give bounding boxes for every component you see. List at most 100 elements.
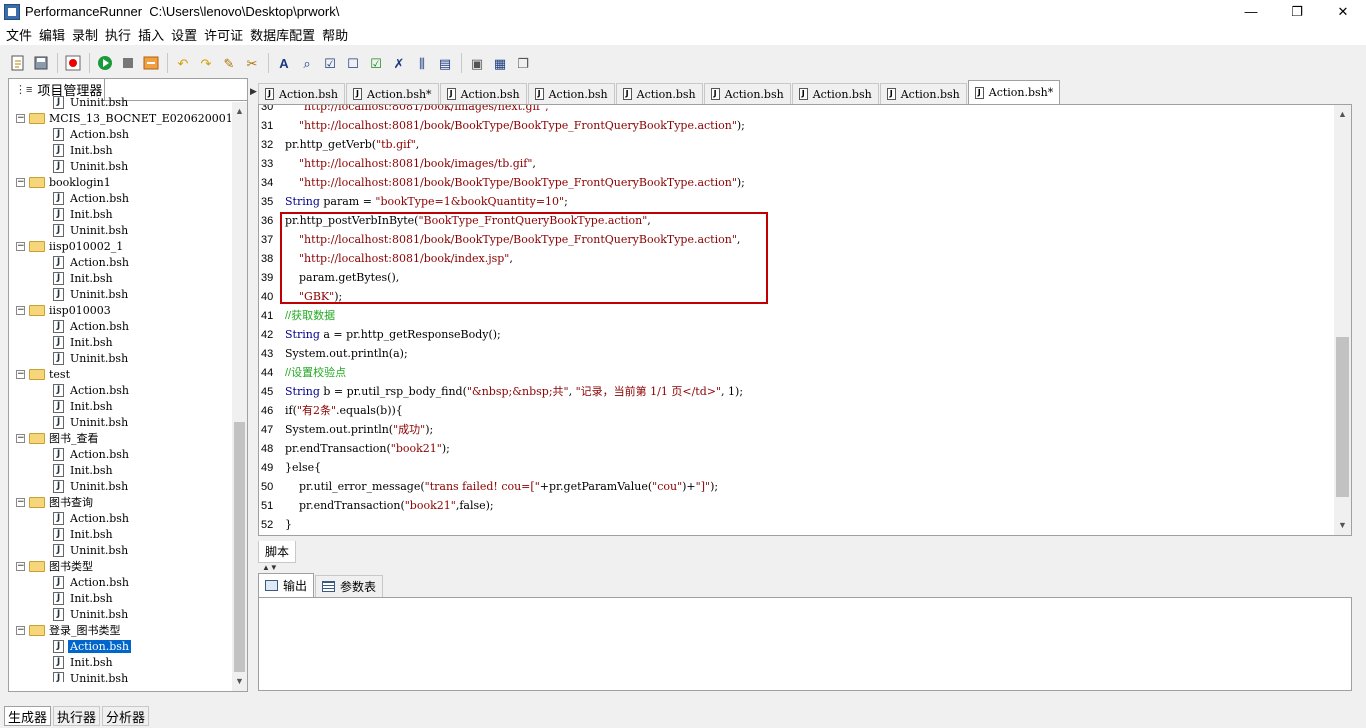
tree-folder[interactable]: − test [11,366,231,382]
tree-file[interactable]: J Action.bsh [11,638,231,654]
tree-file[interactable]: J Init.bsh [11,334,231,350]
redo-icon[interactable]: ↷ [196,53,216,73]
menu-db-config[interactable]: 数据库配置 [248,25,320,44]
collapse-icon[interactable]: − [16,305,25,315]
close-button[interactable]: ✕ [1320,0,1366,23]
tree-folder[interactable]: − 图书查询 [11,494,231,510]
menu-file[interactable]: 文件 [4,25,37,44]
menu-license[interactable]: 许可证 [202,25,248,44]
tree-file[interactable]: J Uninit.bsh [11,414,231,430]
collapse-icon[interactable]: − [16,625,25,635]
menu-help[interactable]: 帮助 [320,25,353,44]
editor-tab[interactable]: J Action.bsh [615,83,703,104]
collapse-icon[interactable]: − [16,177,25,187]
editor-tab[interactable]: J Action.bsh [703,83,791,104]
save-icon[interactable] [31,53,51,73]
tree-file[interactable]: J Uninit.bsh [11,542,231,558]
editor-tab[interactable]: J Action.bsh [879,83,967,104]
record-icon[interactable] [63,53,83,73]
editor-tab[interactable]: J Action.bsh [791,83,879,104]
find-icon[interactable]: ⌕ [297,53,317,73]
menu-insert[interactable]: 插入 [136,25,169,44]
comment-icon[interactable]: ▤ [435,53,455,73]
editor-tab[interactable]: J Action.bsh [258,83,346,104]
stop-icon[interactable] [118,53,138,73]
tree-file[interactable]: J Action.bsh [11,382,231,398]
tree-scrollbar[interactable]: ▲ ▼ [232,102,247,691]
tree-file[interactable]: J Uninit.bsh [11,286,231,302]
menu-run[interactable]: 执行 [103,25,136,44]
tree-file[interactable]: J Uninit.bsh [11,350,231,366]
tree-file[interactable]: J Init.bsh [11,142,231,158]
menu-record[interactable]: 录制 [70,25,103,44]
tree-folder[interactable]: − MCIS_13_BOCNET_E020620001 [11,110,231,126]
build-icon[interactable]: ✎ [219,53,239,73]
minimize-button[interactable]: — [1228,0,1274,23]
checked-icon[interactable]: ☑ [366,53,386,73]
editor-tab[interactable]: J Action.bsh* [346,83,439,104]
checkbox-icon[interactable]: ☐ [343,53,363,73]
editor-tab[interactable]: J Action.bsh [527,83,615,104]
tree-file[interactable]: J Uninit.bsh [11,670,231,682]
parameter-icon[interactable]: ✗ [389,53,409,73]
editor-scrollbar[interactable]: ▲ ▼ [1334,105,1351,535]
tab-analyzer[interactable]: 分析器 [102,706,150,726]
tree-file[interactable]: J Action.bsh [11,574,231,590]
collapse-icon[interactable]: − [16,433,25,443]
tree-scroll-thumb[interactable] [234,422,245,672]
tab-generator[interactable]: 生成器 [4,706,52,726]
rename-icon[interactable]: A [274,53,294,73]
collapse-icon[interactable]: − [16,113,25,123]
tree-file[interactable]: J Uninit.bsh [11,94,231,110]
collapse-icon[interactable]: − [16,561,25,571]
scroll-up-icon[interactable]: ▲ [1335,107,1350,122]
tree-file[interactable]: J Action.bsh [11,446,231,462]
tree-file[interactable]: J Action.bsh [11,254,231,270]
output-panel[interactable] [258,597,1352,691]
collapse-icon[interactable]: − [16,369,25,379]
split-icon[interactable]: ⫼ [412,53,432,73]
menu-settings[interactable]: 设置 [169,25,202,44]
run-icon[interactable] [95,53,115,73]
copy-icon[interactable]: ❐ [513,53,533,73]
tree-file[interactable]: J Uninit.bsh [11,222,231,238]
tree-file[interactable]: J Init.bsh [11,398,231,414]
scroll-down-icon[interactable]: ▼ [232,674,247,689]
tree-file[interactable]: J Init.bsh [11,270,231,286]
tree-file[interactable]: J Init.bsh [11,590,231,606]
tree-file[interactable]: J Init.bsh [11,206,231,222]
collapse-icon[interactable]: − [16,241,25,251]
tree-file[interactable]: J Init.bsh [11,654,231,670]
scroll-down-icon[interactable]: ▼ [1335,518,1350,533]
tree-file[interactable]: J Uninit.bsh [11,158,231,174]
settings-icon[interactable]: ▣ [467,53,487,73]
editor-tab[interactable]: J Action.bsh* [967,80,1061,104]
tree-folder[interactable]: − 登录_图书类型 [11,622,231,638]
tree-folder[interactable]: − 图书_查看 [11,430,231,446]
page-icon[interactable]: ▦ [490,53,510,73]
tab-script[interactable]: 脚本 [258,541,296,563]
tree-file[interactable]: J Action.bsh [11,126,231,142]
tree-file[interactable]: J Uninit.bsh [11,606,231,622]
menu-edit[interactable]: 编辑 [37,25,70,44]
tree-file[interactable]: J Uninit.bsh [11,478,231,494]
maximize-button[interactable]: ❐ [1274,0,1320,23]
tree-file[interactable]: J Action.bsh [11,318,231,334]
tree-folder[interactable]: − iisp010002_1 [11,238,231,254]
code-editor[interactable]: 30 "http://localhost:8081/book/images/ne… [258,104,1352,536]
splitter-icon[interactable]: ▲▼ [262,563,278,572]
scroll-up-icon[interactable]: ▲ [232,104,247,119]
tab-parameters[interactable]: 参数表 [315,575,384,597]
tree-folder[interactable]: − 图书类型 [11,558,231,574]
editor-scroll-thumb[interactable] [1336,337,1349,497]
undo-icon[interactable]: ↶ [173,53,193,73]
tree-folder[interactable]: − booklogin1 [11,174,231,190]
checkpoint-icon[interactable]: ☑ [320,53,340,73]
export-icon[interactable] [141,53,161,73]
tree-file[interactable]: J Init.bsh [11,462,231,478]
tab-output[interactable]: 输出 [258,573,315,597]
tree-folder[interactable]: − iisp010003 [11,302,231,318]
editor-tab[interactable]: J Action.bsh [439,83,527,104]
tree-file[interactable]: J Action.bsh [11,190,231,206]
tree-file[interactable]: J Init.bsh [11,526,231,542]
